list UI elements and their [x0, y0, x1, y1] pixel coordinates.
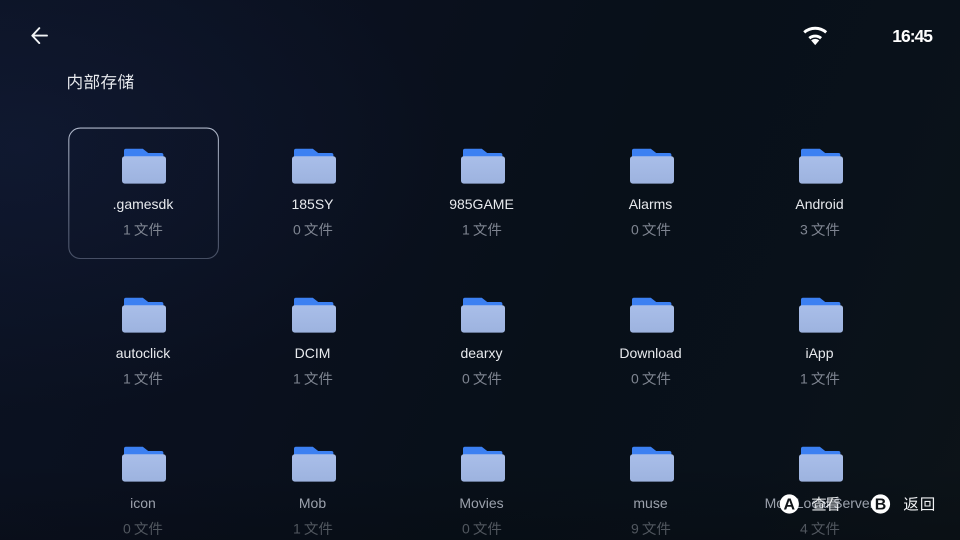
- svg-text:1: 1: [123, 222, 131, 238]
- svg-text:B: B: [875, 497, 887, 514]
- svg-text:0: 0: [631, 371, 639, 387]
- svg-text:0: 0: [462, 521, 470, 537]
- svg-text:0: 0: [293, 222, 301, 238]
- svg-text:3: 3: [800, 222, 808, 238]
- svg-text:1: 1: [123, 371, 131, 387]
- svg-text:1: 1: [800, 371, 808, 387]
- svg-text:0: 0: [123, 521, 131, 537]
- svg-text:A: A: [784, 497, 796, 514]
- svg-text:1: 1: [293, 371, 301, 387]
- svg-text:0: 0: [631, 222, 639, 238]
- svg-text:1: 1: [293, 521, 301, 537]
- svg-text:9: 9: [631, 521, 639, 537]
- svg-text:1: 1: [462, 222, 470, 238]
- svg-text:0: 0: [462, 371, 470, 387]
